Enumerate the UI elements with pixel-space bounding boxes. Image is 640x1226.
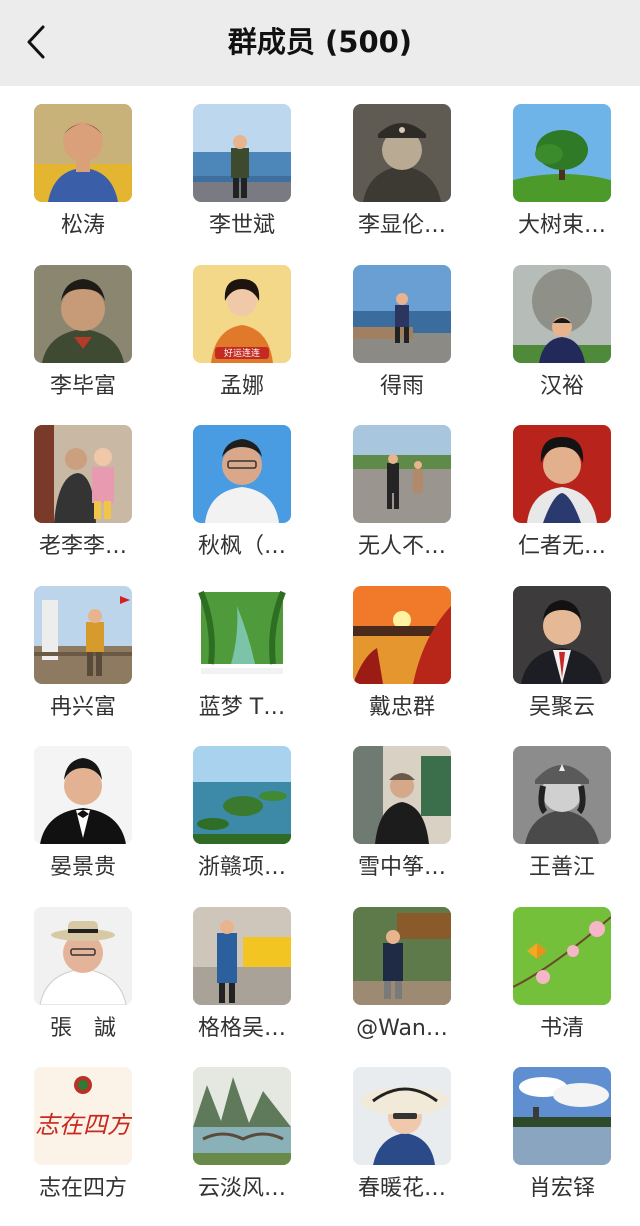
member-name: 肖宏铎 — [528, 1176, 595, 1201]
member-item[interactable]: 雪中筝… — [325, 728, 475, 880]
member-item[interactable]: 李毕富 — [6, 247, 156, 399]
member-name: 冉兴富 — [49, 694, 116, 720]
avatar[interactable] — [353, 264, 451, 363]
nav-bar: 群成员 (500) — [0, 0, 640, 86]
avatar[interactable] — [193, 585, 291, 684]
member-name: 春暖花… — [357, 1176, 446, 1201]
member-item[interactable]: 松涛 — [6, 86, 156, 238]
member-name: 仁者无… — [517, 534, 606, 559]
avatar[interactable] — [193, 104, 291, 202]
member-item[interactable]: 仁者无… — [485, 407, 635, 559]
avatar[interactable] — [34, 906, 132, 1005]
member-name: 浙赣项… — [197, 855, 286, 880]
member-name: 李显伦… — [357, 213, 446, 238]
member-item[interactable]: 好运连连 孟娜 — [165, 247, 315, 399]
member-item[interactable]: 李世斌 — [165, 86, 315, 238]
member-name: 蓝梦 T… — [198, 694, 286, 720]
member-item[interactable]: @Wan… — [325, 889, 475, 1041]
member-item[interactable]: 秋枫（… — [165, 407, 315, 559]
member-name: 吴聚云 — [528, 694, 595, 720]
member-item[interactable]: 格格吴… — [165, 889, 315, 1041]
member-name: 戴忠群 — [368, 694, 435, 720]
avatar[interactable] — [193, 425, 291, 523]
avatar[interactable] — [34, 425, 132, 523]
member-name: @Wan… — [356, 1015, 448, 1041]
avatar[interactable] — [353, 906, 451, 1005]
member-name: 书清 — [539, 1015, 584, 1041]
avatar[interactable] — [353, 746, 451, 844]
page-title: 群成员 (500) — [227, 25, 413, 59]
member-item[interactable]: 王善江 — [485, 728, 635, 880]
avatar[interactable] — [193, 906, 291, 1005]
avatar[interactable]: 志在四方 — [34, 1067, 132, 1165]
member-name: 格格吴… — [197, 1015, 286, 1041]
avatar[interactable] — [34, 264, 132, 363]
avatar[interactable] — [513, 746, 611, 844]
avatar[interactable] — [513, 425, 611, 523]
member-item[interactable]: 李显伦… — [325, 86, 475, 238]
member-item[interactable]: 肖宏铎 — [485, 1049, 635, 1201]
member-item[interactable]: 书清 — [485, 889, 635, 1041]
avatar[interactable] — [34, 104, 132, 202]
avatar[interactable] — [34, 746, 132, 844]
member-item[interactable]: 吴聚云 — [485, 568, 635, 720]
avatar[interactable] — [353, 104, 451, 202]
member-name: 李世斌 — [208, 213, 275, 238]
member-name: 大树束… — [517, 213, 606, 238]
member-item[interactable]: 浙赣项… — [165, 728, 315, 880]
avatar[interactable] — [513, 264, 611, 363]
member-name: 得雨 — [379, 373, 424, 399]
member-item[interactable]: 晏景贵 — [6, 728, 156, 880]
avatar[interactable] — [193, 1067, 291, 1165]
member-name: 張 誠 — [49, 1015, 116, 1041]
member-name: 秋枫（… — [197, 534, 286, 559]
avatar[interactable] — [353, 1067, 451, 1165]
member-name: 无人不… — [357, 534, 446, 559]
member-item[interactable]: 春暖花… — [325, 1049, 475, 1201]
avatar[interactable] — [513, 104, 611, 202]
avatar[interactable] — [34, 585, 132, 684]
member-name: 孟娜 — [219, 373, 264, 399]
member-name: 老李李… — [38, 534, 127, 559]
member-item[interactable]: 戴忠群 — [325, 568, 475, 720]
member-item[interactable]: 志在四方 志在四方 — [6, 1049, 156, 1201]
avatar[interactable] — [513, 585, 611, 684]
avatar[interactable] — [353, 425, 451, 523]
member-name: 王善江 — [528, 855, 595, 880]
avatar[interactable] — [193, 746, 291, 844]
member-name: 晏景贵 — [49, 855, 116, 880]
member-name: 松涛 — [60, 213, 105, 238]
member-item[interactable]: 得雨 — [325, 247, 475, 399]
member-name: 汉裕 — [539, 373, 584, 399]
member-item[interactable]: 无人不… — [325, 407, 475, 559]
member-item[interactable]: 冉兴富 — [6, 568, 156, 720]
member-name: 云淡风… — [197, 1176, 286, 1201]
member-item[interactable]: 汉裕 — [485, 247, 635, 399]
member-name: 志在四方 — [38, 1176, 127, 1201]
avatar[interactable]: 好运连连 — [193, 264, 291, 363]
avatar[interactable] — [353, 585, 451, 684]
member-name: 雪中筝… — [357, 855, 446, 880]
avatar[interactable] — [513, 906, 611, 1005]
member-item[interactable]: 老李李… — [6, 407, 156, 559]
member-item[interactable]: 張 誠 — [6, 889, 156, 1041]
avatar[interactable] — [513, 1067, 611, 1165]
member-item[interactable]: 蓝梦 T… — [165, 568, 315, 720]
member-item[interactable]: 云淡风… — [165, 1049, 315, 1201]
svg-text:好运连连: 好运连连 — [224, 347, 260, 359]
member-item[interactable]: 大树束… — [485, 86, 635, 238]
svg-text:志在四方: 志在四方 — [35, 1111, 132, 1139]
member-name: 李毕富 — [49, 373, 116, 399]
